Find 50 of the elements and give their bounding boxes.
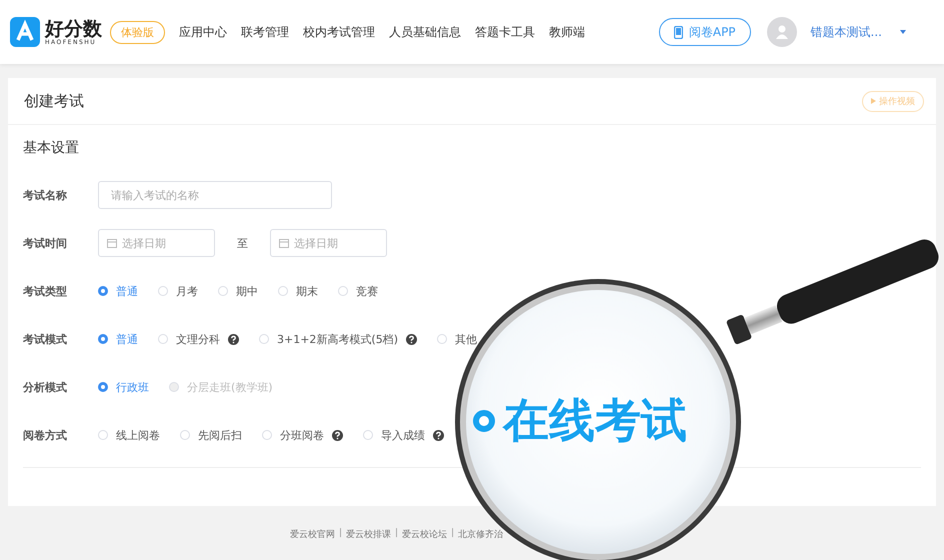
- nav-link[interactable]: 教师端: [549, 24, 585, 40]
- option-label[interactable]: 导入成绩: [381, 428, 425, 442]
- field-label: 考试模式: [23, 332, 68, 346]
- option-label[interactable]: 期末: [296, 284, 318, 298]
- radio-button[interactable]: [98, 334, 108, 344]
- option-label[interactable]: 其他: [455, 332, 478, 346]
- footer-link[interactable]: 爱云校排课: [346, 528, 392, 541]
- nav-link[interactable]: 联考管理: [241, 24, 289, 40]
- page-title: 创建考试: [24, 92, 84, 110]
- calendar-icon: [107, 238, 117, 248]
- option-label[interactable]: 3+1+2新高考模式(5档): [277, 332, 398, 346]
- footer-link[interactable]: 爱云校官网: [290, 528, 335, 541]
- option-label[interactable]: 先阅后扫: [198, 428, 242, 442]
- footer-separator: |: [451, 528, 454, 540]
- section-title: 基本设置: [23, 139, 80, 157]
- footer-separator: |: [339, 528, 342, 540]
- range-separator: 至: [237, 236, 248, 250]
- nav-link[interactable]: 应用中心: [179, 24, 227, 40]
- field-label: 分析模式: [23, 380, 68, 394]
- trial-badge: 体验版: [110, 20, 165, 44]
- footer-separator: |: [395, 528, 398, 540]
- calendar-icon: [279, 238, 289, 248]
- radio-button[interactable]: [98, 382, 108, 392]
- start-date-field[interactable]: 选择日期: [98, 229, 215, 257]
- play-icon: [871, 98, 876, 104]
- logo-name: 好分数: [45, 18, 102, 38]
- option-label[interactable]: 文理分科: [176, 332, 220, 346]
- end-date-field[interactable]: 选择日期: [270, 229, 387, 257]
- nav-link[interactable]: 人员基础信息: [389, 24, 461, 40]
- field-label: 考试名称: [23, 188, 68, 202]
- user-menu[interactable]: 错题本测试...: [810, 24, 882, 40]
- radio-button[interactable]: [98, 286, 108, 296]
- footer-link[interactable]: 北京修齐治: [458, 528, 504, 541]
- caret-icon[interactable]: [900, 30, 906, 34]
- avatar[interactable]: [766, 17, 797, 47]
- nav-link[interactable]: 答题卡工具: [475, 24, 535, 40]
- phone-icon: [674, 26, 683, 38]
- nav-link[interactable]: 校内考试管理: [303, 24, 375, 40]
- field-label: 考试类型: [23, 284, 68, 298]
- option-label[interactable]: 期中: [236, 284, 258, 298]
- option-label[interactable]: 竞赛: [356, 284, 378, 298]
- field-label: 阅卷方式: [23, 428, 68, 442]
- logo-icon: [10, 17, 40, 47]
- name-input[interactable]: 请输入考试的名称: [98, 181, 332, 209]
- field-label: 考试时间: [23, 236, 68, 250]
- option-label[interactable]: 月考: [176, 284, 198, 298]
- lens-text: 在线考试: [503, 392, 687, 449]
- option-label[interactable]: 分班阅卷: [280, 428, 324, 442]
- footer-link[interactable]: 爱云校论坛: [402, 528, 448, 541]
- option-label[interactable]: 线上阅卷: [116, 428, 160, 442]
